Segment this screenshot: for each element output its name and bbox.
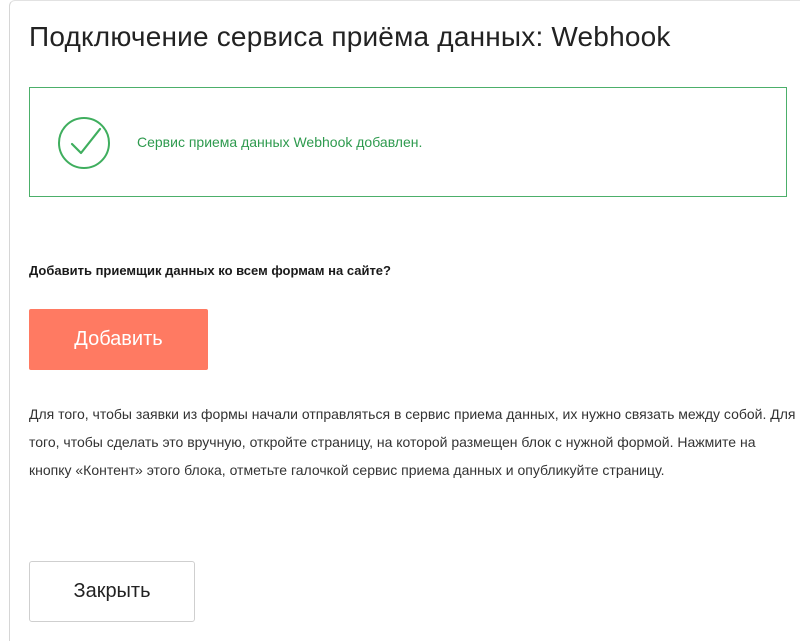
instructions-text: Для того, чтобы заявки из формы начали о… bbox=[29, 406, 796, 478]
success-alert: Сервис приема данных Webhook добавлен. bbox=[29, 87, 787, 197]
dialog-title: Подключение сервиса приёма данных: Webho… bbox=[29, 21, 671, 52]
check-circle-icon bbox=[58, 117, 110, 169]
alert-message: Сервис приема данных Webhook добавлен. bbox=[137, 134, 423, 150]
add-receiver-question: Добавить приемщик данных ко всем формам … bbox=[29, 263, 391, 278]
close-button[interactable]: Закрыть bbox=[29, 561, 195, 622]
add-button[interactable]: Добавить bbox=[29, 309, 208, 370]
webhook-dialog: Подключение сервиса приёма данных: Webho… bbox=[9, 0, 800, 641]
